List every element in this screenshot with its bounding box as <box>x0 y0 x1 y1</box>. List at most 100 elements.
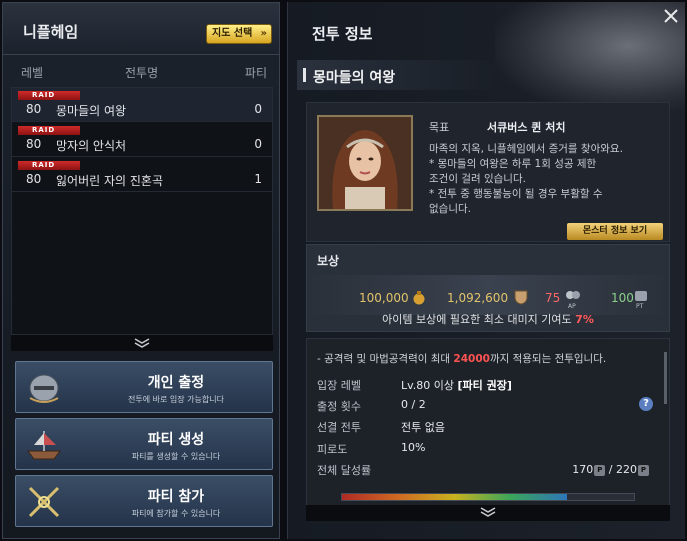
close-icon[interactable] <box>661 6 681 26</box>
dungeon-list-panel: 니플헤임 지도 선택 » 레벨 전투명 파티 RAID 80 몽마들의 여왕 0… <box>2 2 280 539</box>
party-recommended-tag: [파티 권장] <box>457 379 512 392</box>
left-header: 니플헤임 지도 선택 » <box>3 3 279 55</box>
column-header-name: 전투명 <box>125 66 159 80</box>
total-max: 220 <box>616 463 637 476</box>
map-select-label: 지도 선택 <box>212 28 253 39</box>
reward-box: 보상 100,000 1,092,600 75 AP 100 PT 아이템 보상… <box>306 244 670 332</box>
region-title: 니플헤임 <box>23 23 79 41</box>
join-party-title: 파티 참가 <box>147 489 205 505</box>
description-line: 조건이 걸려 있습니다. <box>429 173 526 185</box>
battle-description: 마족의 지옥, 니플헤임에서 증거를 찾아와요. * 몽마들의 여왕은 하루 1… <box>429 142 667 217</box>
goal-label: 목표 <box>429 121 450 134</box>
battle-info-panel: 전투 정보 몽마들의 여왕 목표 서큐버스 퀸 처치 마족의 지옥, 니플헤임에… <box>287 2 685 539</box>
boss-name-bar: 몽마들의 여왕 <box>297 60 497 90</box>
reward-gold-value: 100,000 <box>359 291 409 305</box>
stat-cap-note: - 공격력 및 마법공격력이 최대 24000까지 적용되는 전투입니다. <box>317 351 606 366</box>
create-party-button[interactable]: 파티 생성 파티를 생성할 수 있습니다 <box>15 418 273 470</box>
panel-title: 전투 정보 <box>312 25 373 43</box>
dungeon-row-requiem[interactable]: RAID 80 잃어버린 자의 진혼곡 1 <box>12 158 272 192</box>
raid-badge: RAID <box>18 126 80 135</box>
dungeon-row-resting-place[interactable]: RAID 80 망자의 안식처 0 <box>12 123 272 157</box>
list-column-headers: 레벨 전투명 파티 <box>11 61 273 83</box>
monster-info-button[interactable]: 몬스터 정보 보기 <box>567 223 663 240</box>
ship-icon <box>27 431 61 460</box>
description-line: 없습니다. <box>429 203 471 215</box>
boss-name: 몽마들의 여왕 <box>313 70 396 86</box>
entry-count-row: 출정 횟수 0 / 2 <box>317 398 657 416</box>
column-header-level: 레벨 <box>21 66 44 80</box>
pt-icon: P <box>638 464 649 476</box>
dungeon-level: 80 <box>26 102 42 116</box>
reward-pt-value: 100 <box>611 291 634 305</box>
note-suffix: 까지 적용되는 전투입니다. <box>489 353 607 365</box>
description-line: 마족의 지옥, 니플헤임에서 증거를 찾아와요. <box>429 143 623 155</box>
list-scroll-down-button[interactable] <box>11 335 273 351</box>
fatigue-value: 10% <box>401 441 426 454</box>
map-select-button[interactable]: 지도 선택 » <box>206 24 272 44</box>
double-chevron-down-icon <box>134 338 150 348</box>
boss-background-art <box>495 2 685 112</box>
pt-icon: P <box>594 464 606 476</box>
create-party-title: 파티 생성 <box>147 432 205 448</box>
prerequisite-value: 전투 없음 <box>401 421 445 434</box>
solo-entry-button[interactable]: 개인 출정 전투에 바로 입장 가능합니다 <box>15 361 273 413</box>
double-chevron-down-icon <box>480 507 496 517</box>
prerequisite-label: 선결 전투 <box>317 421 361 434</box>
crossed-swords-icon <box>28 486 60 518</box>
dungeon-row-succubus-queen[interactable]: RAID 80 몽마들의 여왕 0 <box>12 88 272 122</box>
title-marker <box>303 68 306 82</box>
reward-title: 보상 <box>317 254 340 268</box>
dungeon-name: 잃어버린 자의 진혼곡 <box>56 174 163 188</box>
create-party-subtitle: 파티를 생성할 수 있습니다 <box>131 452 221 461</box>
total-current: 170 <box>572 463 594 476</box>
dungeon-level: 80 <box>26 172 42 186</box>
total-separator: / <box>608 463 613 476</box>
total-achievement-values: 170 P / 220 P <box>572 463 649 476</box>
join-party-button[interactable]: 파티 참가 파티에 참가할 수 있습니다 <box>15 475 273 527</box>
battle-info-box: 목표 서큐버스 퀸 처치 마족의 지옥, 니플헤임에서 증거를 찾아와요. * … <box>306 102 670 242</box>
fatigue-row: 피로도 10% <box>317 441 657 459</box>
solo-entry-title: 개인 출정 <box>147 375 205 391</box>
entry-count-value: 0 / 2 <box>401 398 426 411</box>
min-damage-percent: 7% <box>575 313 594 326</box>
battle-details: - 공격력 및 마법공격력이 최대 24000까지 적용되는 전투입니다. 입장… <box>306 338 670 514</box>
pt-label: PT <box>636 303 644 310</box>
solo-entry-subtitle: 전투에 바로 입장 가능합니다 <box>128 395 224 404</box>
join-party-subtitle: 파티에 참가할 수 있습니다 <box>131 509 221 518</box>
help-icon[interactable]: ? <box>639 397 653 411</box>
description-line: * 전투 중 행동불능이 될 경우 부활할 수 <box>429 188 603 200</box>
helmet-icon <box>29 374 59 403</box>
reward-silver-value: 1,092,600 <box>447 291 509 305</box>
raid-badge: RAID <box>18 91 80 100</box>
column-header-party: 파티 <box>244 66 267 80</box>
entry-level-value: Lv.80 이상 [파티 권장] <box>401 377 512 393</box>
raid-badge: RAID <box>18 161 80 170</box>
details-scroll-down-button[interactable] <box>306 505 670 521</box>
min-damage-text: 아이템 보상에 필요한 최소 대미지 기여도 <box>382 313 572 326</box>
note-prefix: - 공격력 및 마법공격력이 최대 <box>317 353 454 365</box>
dungeon-party-count: 0 <box>254 137 262 151</box>
fatigue-label: 피로도 <box>317 443 348 456</box>
gold-pouch-icon <box>413 291 425 305</box>
double-chevron-right-icon: » <box>260 28 267 39</box>
note-value: 24000 <box>453 353 490 365</box>
entry-level-label: 입장 레벨 <box>317 379 361 392</box>
details-scrollbar[interactable] <box>664 352 667 404</box>
min-damage-requirement: 아이템 보상에 필요한 최소 대미지 기여도 7% <box>307 311 669 327</box>
dungeon-list: RAID 80 몽마들의 여왕 0 RAID 80 망자의 안식처 0 RAID… <box>11 87 273 335</box>
entry-level-row: 입장 레벨 Lv.80 이상 [파티 권장] <box>317 377 657 395</box>
boss-portrait <box>317 115 413 211</box>
ap-label: AP <box>568 303 576 310</box>
dungeon-name: 망자의 안식처 <box>56 139 127 153</box>
prerequisite-row: 선결 전투 전투 없음 <box>317 419 657 437</box>
goal-target: 서큐버스 퀸 처치 <box>487 121 566 134</box>
achievement-progress-bar <box>341 493 635 501</box>
description-line: * 몽마들의 여왕은 하루 1회 성공 제한 <box>429 158 597 170</box>
entry-count-label: 출정 횟수 <box>317 400 361 413</box>
entry-level-requirement: Lv.80 이상 <box>401 379 455 392</box>
boss-portrait-art <box>319 117 411 209</box>
dungeon-name: 몽마들의 여왕 <box>56 104 127 118</box>
dungeon-party-count: 0 <box>254 102 262 116</box>
total-achievement-label: 전체 달성률 <box>317 464 372 477</box>
reward-ap-value: 75 <box>545 291 561 305</box>
